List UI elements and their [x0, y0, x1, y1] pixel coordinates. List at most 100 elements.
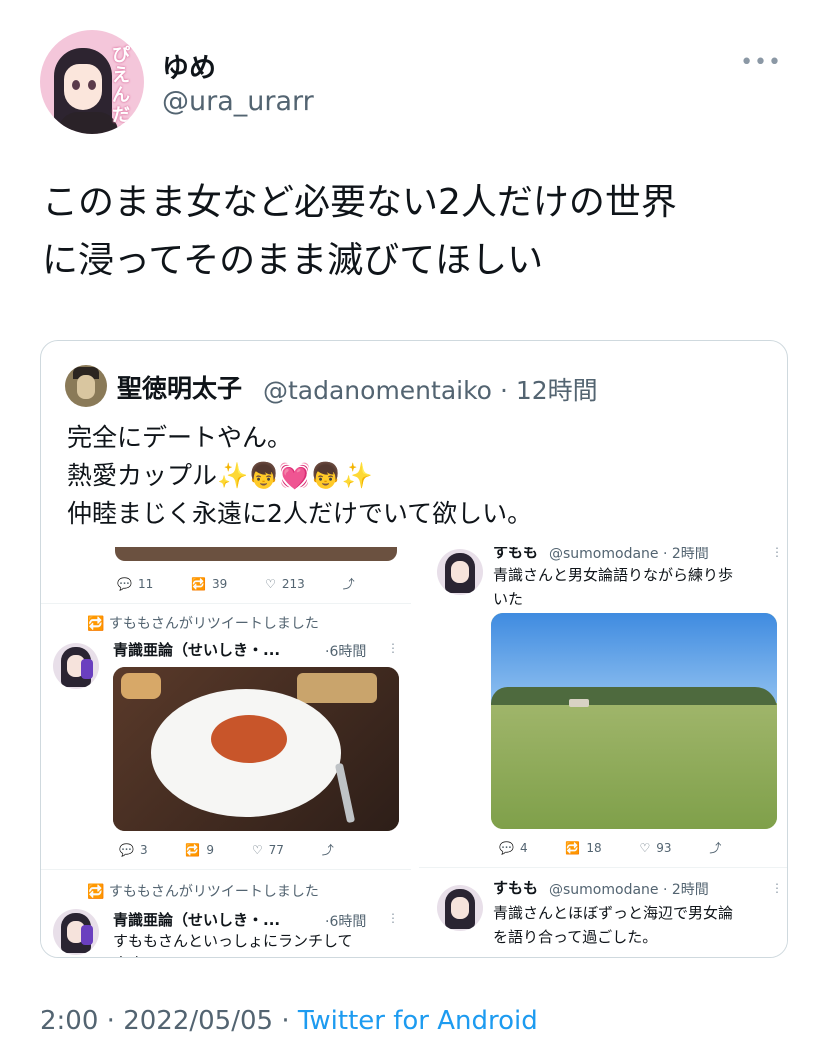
avatar-eye [88, 80, 96, 90]
share-icon: ⤴ [709, 841, 722, 855]
share-icon: ⤴ [321, 843, 334, 857]
post-handle: @sumomodane · 2時間 [549, 882, 709, 898]
post-time: ·6時間 [325, 644, 367, 660]
reply-count: 4 [519, 841, 528, 855]
emoji-sequence: ✨👦💓👦✨ [217, 461, 373, 490]
retweet-icon: 🔁 [565, 841, 581, 855]
action-bar: 💬 4 🔁 18 ♡ 93 ⤴ [493, 839, 721, 856]
retweet-icon: 🔁 [185, 843, 201, 857]
post-author-name: すもも [493, 547, 539, 561]
quoted-text-line: 仲睦まじく永遠に2人だけでいて欲しい。 [67, 499, 533, 528]
post-text: ます [113, 951, 143, 957]
avatar-accessory [81, 925, 93, 945]
reply-icon: 💬 [119, 843, 134, 857]
post-avatar [437, 885, 483, 931]
retweet-indicator-text: すももさんがリツイートしました [108, 884, 319, 900]
tweet-header: ぴえんだよ ゆめ @ura_urarr ••• [40, 30, 800, 134]
divider [41, 603, 411, 604]
quoted-author-handle: @tadanomentaiko [263, 376, 492, 405]
post-avatar [53, 643, 99, 689]
post-avatar [437, 549, 483, 595]
screenshot-left-column: 💬 11 🔁 39 ♡ 213 ⤴ 🔁 すももさんがリツイートしました 青識亜論（せい… [41, 547, 411, 957]
share-icon: ⤴ [342, 577, 355, 591]
post-date: 2022/05/05 [123, 1006, 274, 1036]
author-name[interactable]: ゆめ [162, 46, 216, 85]
action-bar: 💬 11 🔁 39 ♡ 213 ⤴ [111, 575, 355, 592]
more-options-icon: ⋮ [771, 881, 783, 895]
photo-building [569, 699, 589, 707]
quoted-author-avatar [65, 365, 107, 407]
post-avatar [53, 909, 99, 955]
tweet-text-line: このまま女など必要ない2人だけの世界 [42, 182, 677, 223]
retweet-count: 39 [212, 577, 228, 591]
like-icon: ♡ [639, 841, 651, 855]
divider [419, 867, 787, 868]
retweet-icon: 🔁 [191, 577, 207, 591]
avatar-accessory [81, 659, 93, 679]
post-text: 青識さんとほぼずっと海辺で男女論 [493, 904, 734, 922]
quoted-text-line: 完全にデートやん。 [67, 423, 293, 452]
retweet-indicator: 🔁 すももさんがリツイートしました [87, 616, 319, 632]
action-bar: 💬 3 🔁 9 ♡ 77 ⤴ [113, 841, 334, 858]
avatar-face [77, 375, 95, 399]
photo-bread [121, 673, 161, 699]
quoted-meta: @tadanomentaiko · 12時間 [263, 371, 598, 407]
avatar-face [451, 897, 469, 919]
avatar-face [64, 64, 102, 110]
like-count: 93 [656, 841, 672, 855]
photo-pasta [211, 715, 287, 763]
post-text: 青識さんと男女論語りながら練り歩 [493, 566, 734, 584]
reply-count: 3 [139, 843, 148, 857]
tweet-footer: 2:00 · 2022/05/05 · Twitter for Android [40, 1006, 538, 1036]
post-text: を語り合って過ごした。 [493, 928, 658, 946]
quoted-tweet[interactable]: 聖徳明太子 @tadanomentaiko · 12時間 完全にデートやん。 熱… [40, 340, 788, 958]
post-text: すももさんといっしょにランチして [113, 932, 353, 950]
retweet-count: 9 [206, 843, 215, 857]
author-avatar[interactable]: ぴえんだよ [40, 30, 144, 134]
park-photo [491, 613, 777, 829]
photo-grass [491, 705, 777, 829]
quoted-text: 完全にデートやん。 熱愛カップル✨👦💓👦✨ 仲睦まじく永遠に2人だけでいて欲しい… [67, 419, 767, 533]
post-time: 2:00 [40, 1006, 99, 1036]
post-handle: @sumomodane · 2時間 [549, 547, 709, 562]
like-icon: ♡ [251, 843, 263, 857]
avatar-eye [72, 80, 80, 90]
tweet-text-line: に浸ってそのまま滅びてほしい [42, 240, 544, 281]
avatar-lettering: ぴえんだよ [112, 45, 130, 135]
quoted-text-segment: 熱愛カップル [67, 461, 218, 490]
dot-separator: · [499, 376, 508, 405]
post-time: ·6時間 [325, 914, 367, 930]
quoted-author-name: 聖徳明太子 [117, 374, 243, 403]
post-text: いた [493, 590, 524, 608]
photo-bowl [297, 673, 377, 703]
author-handle[interactable]: @ura_urarr [162, 86, 314, 117]
post-author-name: 青識亜論（せいしき・... [113, 641, 281, 659]
retweet-indicator: 🔁 すももさんがリツイートしました [87, 884, 319, 900]
reply-icon: 💬 [499, 841, 514, 855]
source-client-link[interactable]: Twitter for Android [298, 1006, 538, 1036]
quoted-time: 12時間 [515, 376, 598, 405]
pasta-photo [113, 667, 399, 831]
like-count: 213 [281, 577, 305, 591]
retweet-indicator-text: すももさんがリツイートしました [108, 616, 319, 632]
reply-count: 11 [137, 577, 154, 591]
dot-separator: · [106, 1006, 115, 1036]
more-options-icon: ⋮ [771, 547, 783, 559]
column-gap [411, 547, 419, 957]
avatar-body [58, 112, 118, 134]
dot-separator: · [281, 1006, 290, 1036]
more-options-icon: ⋮ [387, 911, 399, 925]
quoted-text-line: 熱愛カップル✨👦💓👦✨ [67, 457, 767, 495]
tweet-text: このまま女など必要ない2人だけの世界 に浸ってそのまま滅びてほしい [42, 174, 792, 290]
like-icon: ♡ [265, 577, 276, 591]
retweet-count: 18 [586, 841, 602, 855]
post-author-name: 青識亜論（せいしき・... [113, 911, 281, 929]
image-fragment [115, 547, 397, 561]
divider [41, 869, 411, 870]
more-options-icon[interactable]: ••• [740, 50, 782, 75]
like-count: 77 [268, 843, 284, 857]
more-options-icon: ⋮ [387, 641, 399, 655]
post-author-name: すもも [493, 879, 539, 897]
reply-icon: 💬 [117, 577, 132, 591]
attached-screenshot[interactable]: 💬 11 🔁 39 ♡ 213 ⤴ 🔁 すももさんがリツイートしました 青識亜論（せい… [41, 547, 787, 957]
